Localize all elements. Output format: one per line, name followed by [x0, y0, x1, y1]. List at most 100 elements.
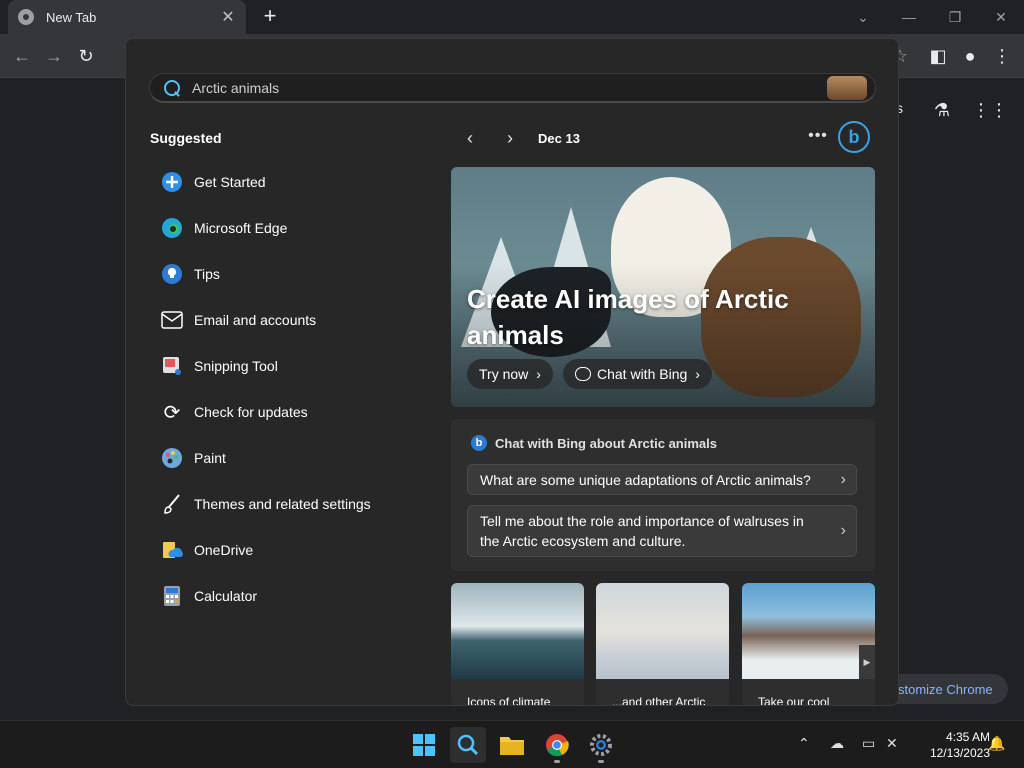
taskbar-search-button[interactable] — [450, 727, 486, 763]
thumbnail-card[interactable]: ...and other Arctic — [596, 583, 729, 706]
search-highlight-thumbnail[interactable] — [827, 76, 867, 100]
refresh-icon: ⟳ — [163, 401, 181, 424]
walrus-photo — [742, 583, 875, 679]
suggested-heading: Suggested — [150, 130, 222, 146]
suggested-item-label: Email and accounts — [194, 312, 317, 328]
volume-muted-icon[interactable]: ✕ — [886, 735, 898, 752]
thumbnail-card[interactable]: Take our cool — [742, 583, 875, 706]
gear-icon — [590, 734, 612, 756]
bing-chat-card: b Chat with Bing about Arctic animals Wh… — [451, 419, 875, 571]
network-icon[interactable]: ▭ — [862, 735, 875, 752]
search-icon — [164, 79, 180, 96]
chevron-right-icon: › — [536, 366, 541, 382]
chevron-right-icon: › — [695, 366, 700, 382]
tab-new-tab[interactable]: New Tab ✕ — [8, 0, 246, 34]
suggested-item-themes[interactable]: Themes and related settings — [150, 481, 410, 527]
hero-title: Create AI images of Arctic animals — [467, 284, 789, 350]
paint-icon — [160, 446, 184, 470]
suggested-item-email-and-accounts[interactable]: Email and accounts — [150, 297, 410, 343]
suggested-item-paint[interactable]: Paint — [150, 435, 410, 481]
try-now-button[interactable]: Try now › — [467, 359, 553, 389]
tab-close-icon[interactable]: ✕ — [220, 7, 236, 27]
chat-prompt-2[interactable]: Tell me about the role and importance of… — [467, 505, 857, 557]
highlights-date-nav: ‹ › Dec 13 — [456, 124, 580, 152]
mail-icon — [160, 308, 184, 332]
thumbnail-caption: ...and other Arctic — [612, 695, 706, 706]
suggested-item-calculator[interactable]: Calculator — [150, 573, 410, 619]
chat-card-title-text: Chat with Bing about Arctic animals — [495, 435, 717, 451]
onedrive-icon — [160, 538, 184, 562]
suggested-item-label: Tips — [194, 266, 220, 282]
next-day-chevron-icon[interactable]: › — [496, 124, 524, 152]
suggested-item-label: Calculator — [194, 588, 258, 604]
search-input[interactable] — [192, 79, 812, 96]
clock-time: 4:35 AM — [945, 730, 990, 744]
try-now-label: Try now — [479, 366, 529, 382]
tab-title: New Tab — [46, 9, 97, 25]
back-arrow-icon[interactable]: ← — [10, 44, 34, 68]
suggested-item-label: Paint — [194, 450, 226, 466]
suggested-item-get-started[interactable]: Get Started — [150, 159, 410, 205]
more-options-icon[interactable]: ••• — [806, 127, 830, 147]
suggested-item-check-for-updates[interactable]: ⟳ Check for updates — [150, 389, 410, 435]
taskbar-clock[interactable]: 4:35 AM 12/13/2023 — [912, 729, 990, 761]
start-button[interactable] — [406, 727, 442, 763]
running-indicator — [598, 760, 604, 763]
search-box[interactable] — [149, 73, 876, 103]
suggested-item-microsoft-edge[interactable]: Microsoft Edge — [150, 205, 410, 251]
bing-icon: b — [471, 435, 487, 451]
chrome-icon — [546, 734, 569, 757]
suggested-item-label: OneDrive — [194, 542, 254, 558]
chrome-menu-icon[interactable]: ⋮ — [990, 44, 1014, 68]
scroll-right-arrow-icon[interactable]: ▶ — [859, 645, 875, 679]
chat-prompt-text: Tell me about the role and importance of… — [480, 513, 804, 549]
apps-grid-icon[interactable]: ⋮⋮ — [972, 98, 1008, 122]
suggested-item-tips[interactable]: Tips — [150, 251, 410, 297]
profile-icon[interactable]: ● — [958, 44, 982, 68]
show-hidden-icons-chevron-icon[interactable]: ⌃ — [798, 735, 810, 752]
previous-day-chevron-icon[interactable]: ‹ — [456, 124, 484, 152]
close-window-icon[interactable]: ✕ — [978, 0, 1024, 34]
forward-arrow-icon[interactable]: → — [42, 44, 66, 68]
polar-bear-photo — [451, 583, 584, 679]
hero-card[interactable]: Create AI images of Arctic animals Try n… — [451, 167, 875, 407]
side-panel-icon[interactable]: ◧ — [926, 44, 950, 68]
chat-bubble-icon — [575, 367, 591, 381]
labs-flask-icon[interactable]: ⚗ — [930, 98, 954, 122]
chat-with-bing-button[interactable]: Chat with Bing › — [563, 359, 712, 389]
snipping-tool-icon — [160, 354, 184, 378]
chat-with-bing-label: Chat with Bing — [597, 366, 688, 382]
chrome-taskbar-button[interactable] — [539, 727, 575, 763]
windows-search-panel: Suggested Get Started Microsoft Edge Tip… — [125, 38, 899, 706]
settings-taskbar-button[interactable] — [583, 727, 619, 763]
bing-logo-icon[interactable]: b — [838, 121, 870, 153]
edge-icon — [160, 216, 184, 240]
highlights-date: Dec 13 — [538, 130, 580, 146]
new-tab-button[interactable]: + — [258, 4, 282, 28]
reload-icon[interactable]: ↻ — [74, 44, 98, 68]
thumbnail-card[interactable]: Icons of climate — [451, 583, 584, 705]
suggested-list: Get Started Microsoft Edge Tips Email an… — [150, 159, 410, 619]
tips-icon — [160, 262, 184, 286]
clock-date: 12/13/2023 — [929, 746, 990, 760]
thumbnail-caption: Take our cool — [758, 695, 830, 706]
calculator-icon — [160, 584, 184, 608]
get-started-icon — [160, 170, 184, 194]
minimize-icon[interactable]: — — [886, 0, 932, 34]
suggested-item-snipping-tool[interactable]: Snipping Tool — [150, 343, 410, 389]
suggested-item-label: Get Started — [194, 174, 266, 190]
file-explorer-button[interactable] — [494, 727, 530, 763]
customize-chrome-button[interactable]: stomize Chrome — [880, 674, 1008, 704]
window-controls: ⌄ — ❐ ✕ — [840, 0, 1024, 34]
chat-prompt-1[interactable]: What are some unique adaptations of Arct… — [467, 464, 857, 495]
onedrive-tray-icon[interactable]: ☁ — [830, 735, 844, 752]
windows-logo-icon — [413, 734, 435, 756]
chevron-right-icon: › — [840, 470, 846, 488]
folder-icon — [500, 737, 524, 755]
suggested-item-onedrive[interactable]: OneDrive — [150, 527, 410, 573]
notification-bell-icon[interactable]: 🔔 — [988, 735, 1005, 752]
tab-search-icon[interactable]: ⌄ — [840, 0, 886, 34]
brush-icon — [160, 492, 184, 516]
chrome-favicon-icon — [18, 9, 34, 25]
restore-icon[interactable]: ❐ — [932, 0, 978, 34]
